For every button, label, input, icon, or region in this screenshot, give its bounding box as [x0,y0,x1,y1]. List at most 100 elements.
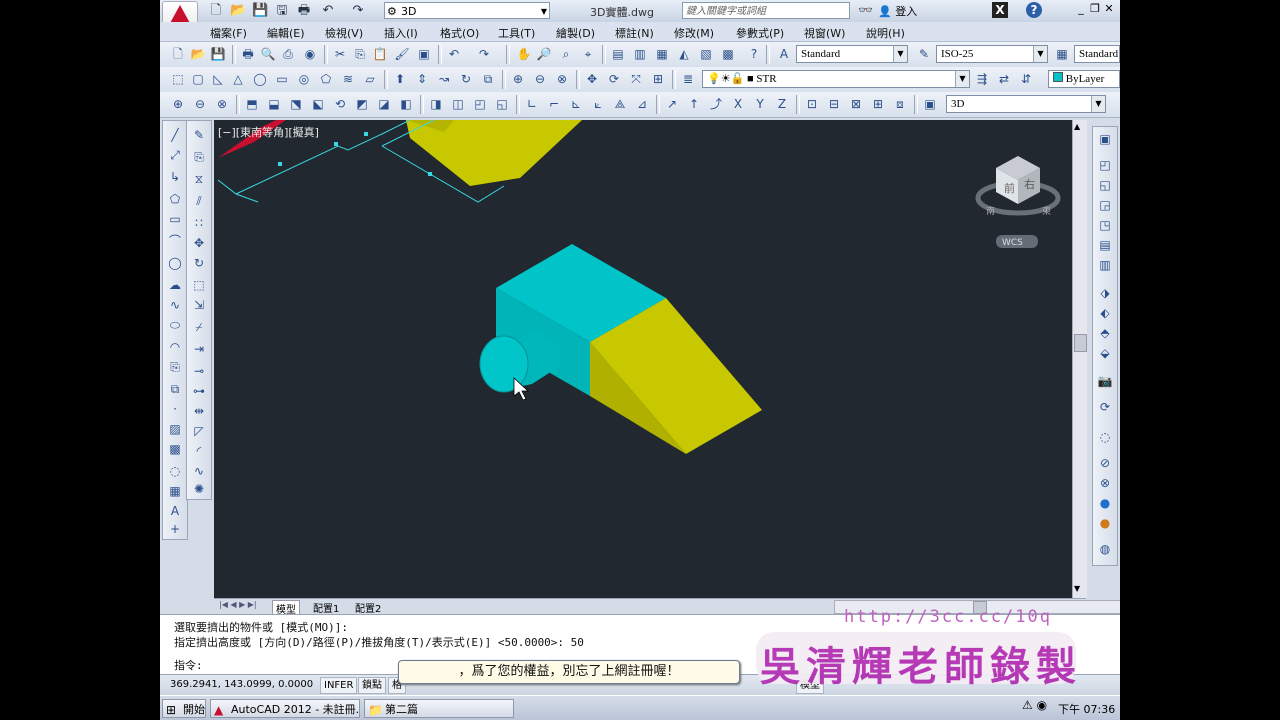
scroll-up-icon[interactable]: ▲ [1074,122,1080,131]
cylinder-icon[interactable]: ▭ [274,71,290,87]
view-manager-icon[interactable]: ▣ [1097,131,1113,147]
rectangle-icon[interactable]: ▭ [167,211,183,227]
layer-properties-icon[interactable]: ≣ [680,71,696,87]
tab-layout2[interactable]: 配置2 [352,600,384,615]
shell-icon[interactable]: ◱ [494,96,510,112]
ucs-y-icon[interactable]: Y [752,96,768,112]
color-select[interactable]: ByLayer [1048,70,1120,88]
menu-help[interactable]: 說明(H) [866,25,905,41]
tab-layout1[interactable]: 配置1 [310,600,342,615]
rotate-faces-icon[interactable]: ⟲ [332,96,348,112]
chamfer-icon[interactable]: ◸ [191,423,207,439]
union-icon[interactable]: ⊕ [510,71,526,87]
imprint-icon[interactable]: ◨ [428,96,444,112]
orbit-icon[interactable]: ⟳ [1097,399,1113,415]
redo-icon[interactable]: ↷ [350,3,366,19]
hidden-icon[interactable]: ⊘ [1097,455,1113,471]
layer-select[interactable]: 💡☀🔓 ■ STR ▼ [702,70,970,88]
copy-faces-icon[interactable]: ◪ [376,96,392,112]
revolve-icon[interactable]: ↻ [458,71,474,87]
snap-toggle[interactable]: 鎖點 [358,677,386,694]
pan-icon[interactable]: ✋ [516,46,532,62]
sw-iso-icon[interactable]: ⬗ [1097,285,1113,301]
ucs-manager-icon[interactable]: ⊞ [870,96,886,112]
clock[interactable]: 下午 07:36 [1058,701,1115,717]
paste-icon[interactable]: 📋 [372,46,388,62]
menu-parametric[interactable]: 參數式(P) [736,25,784,41]
properties-icon[interactable]: ▤ [610,46,626,62]
box-icon[interactable]: ▢ [190,71,206,87]
scroll-down-icon[interactable]: ▼ [1074,584,1080,593]
save-icon[interactable]: 💾 [210,46,226,62]
named-ucs-icon[interactable]: ⊟ [826,96,842,112]
text-style-select[interactable]: Standard ▼ [796,45,908,63]
mirror-icon[interactable]: ⧖ [191,171,207,187]
gradient-icon[interactable]: ▩ [167,441,183,457]
insert-block-icon[interactable]: ⎘ [167,359,183,375]
wcs-menu[interactable]: WCS [996,235,1038,248]
coordinates-readout[interactable]: 369.2941, 143.0999, 0.0000 [170,679,313,690]
search-input[interactable]: 鍵入關鍵字或詞組 [682,2,850,19]
markup-icon[interactable]: ▧ [698,46,714,62]
copy-icon[interactable]: ⎘ [352,46,368,62]
viewcube[interactable]: 前 右 南 東 [975,156,1061,217]
redo-icon[interactable]: ↷ [476,46,492,62]
revision-cloud-icon[interactable]: ☁ [167,277,183,293]
yellow-solid-fragment[interactable] [406,120,582,186]
infer-toggle[interactable]: INFER [320,677,358,694]
3d-dwf-icon[interactable]: ◉ [302,46,318,62]
taskbar-item-autocad[interactable]: ▲ AutoCAD 2012 - 未註冊... [210,699,360,718]
union-icon[interactable]: ⊕ [170,96,186,112]
hatch-icon[interactable]: ▨ [167,421,183,437]
exchange-icon[interactable]: X [992,2,1008,18]
array-icon[interactable]: ∷ [191,215,207,231]
table-style-icon[interactable]: ▦ [1054,46,1070,62]
minimize-icon[interactable]: _ [1074,2,1088,16]
extend-icon[interactable]: ⇥ [191,341,207,357]
offset-faces-icon[interactable]: ⬔ [288,96,304,112]
polyline-icon[interactable]: ↳ [167,169,183,185]
move-faces-icon[interactable]: ⬓ [266,96,282,112]
menu-format[interactable]: 格式(O) [440,25,479,41]
ellipse-icon[interactable]: ⬭ [167,317,183,333]
ucs-view-icon[interactable]: ⊿ [634,96,650,112]
bottom-view-icon[interactable]: ◱ [1097,177,1113,193]
nw-iso-icon[interactable]: ⬙ [1097,345,1113,361]
menu-file[interactable]: 檔案(F) [210,25,247,41]
sheet-set-icon[interactable]: ◭ [676,46,692,62]
open-file-icon[interactable]: 📂 [230,3,246,19]
make-current-icon[interactable]: ⇶ [974,71,990,87]
cone-icon[interactable]: △ [230,71,246,87]
workspace-select[interactable]: ⚙ 3D ▼ [384,2,550,19]
break-icon[interactable]: ⊶ [191,383,207,399]
extrude-icon[interactable]: ⬆ [392,71,408,87]
layer-previous-icon[interactable]: ⇄ [996,71,1012,87]
realistic-icon[interactable]: ⊗ [1097,475,1113,491]
cut-icon[interactable]: ✂ [332,46,348,62]
join-icon[interactable]: ⇹ [191,403,207,419]
3d-model-canvas[interactable]: 前 右 南 東 WCS [214,120,1086,598]
save-as-icon[interactable]: 🖫 [274,3,290,19]
ucs-world-icon[interactable]: ⌐ [546,96,562,112]
fillet-icon[interactable]: ◜ [191,443,207,459]
tool-palettes-icon[interactable]: ▦ [654,46,670,62]
visual-styles-manager-icon[interactable]: ◍ [1097,541,1113,557]
3d-move-icon[interactable]: ✥ [584,71,600,87]
match-properties-icon[interactable]: 🖌 [394,46,410,62]
break-at-point-icon[interactable]: ⊸ [191,363,207,379]
open-icon[interactable]: 📂 [190,46,206,62]
registration-balloon[interactable]: ，爲了您的權益，別忘了上網註冊喔！ [398,660,740,684]
view-select[interactable]: 3D ▼ [946,95,1106,113]
binoculars-icon[interactable]: 👓 [858,3,873,17]
vertical-scrollbar[interactable]: ▲ ▼ [1072,120,1087,598]
ne-iso-icon[interactable]: ⬘ [1097,325,1113,341]
new-file-icon[interactable]: 🗋 [208,3,224,19]
make-block-icon[interactable]: ⧉ [167,381,183,397]
visual-style-wireframe-icon[interactable]: ◌ [1097,429,1113,445]
helix-icon[interactable]: ≋ [340,71,356,87]
point-icon[interactable]: · [167,401,183,417]
close-icon[interactable]: ✕ [1102,2,1116,16]
polysolid-icon[interactable]: ⬚ [170,71,186,87]
menu-view[interactable]: 檢視(V) [325,25,363,41]
delete-faces-icon[interactable]: ⬕ [310,96,326,112]
